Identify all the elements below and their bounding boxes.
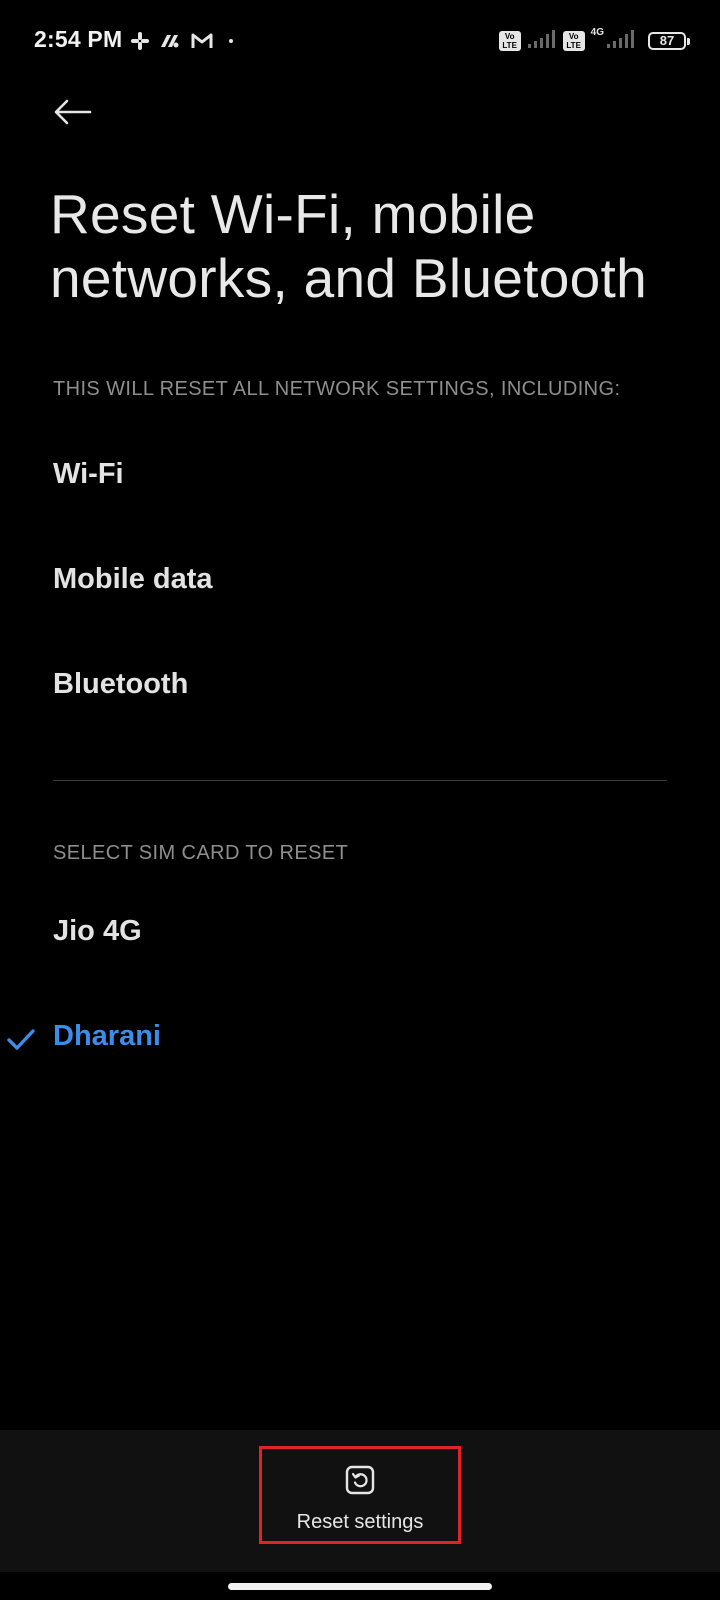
bottom-action-bar: Reset settings [0,1430,720,1572]
pinwheel-app-icon [159,31,181,51]
battery-icon: 87 [648,32,690,50]
notification-icons [130,28,239,54]
status-right-icons: Vo LTE Vo LTE 4G 87 [498,27,690,54]
signal-icon-sim2 [606,29,636,54]
page-title: Reset Wi-Fi, mobile networks, and Blueto… [50,183,647,309]
checkmark-icon [6,1028,36,1057]
home-indicator[interactable] [228,1583,492,1590]
dot-icon [223,31,239,51]
back-button[interactable] [46,92,98,136]
arrow-left-icon [52,98,92,131]
network-section-header: THIS WILL RESET ALL NETWORK SETTINGS, IN… [53,378,621,400]
volte-badge-sim2: Vo LTE [562,31,585,51]
section-divider [53,780,667,781]
battery-level: 87 [659,33,675,48]
sim-option-dharani[interactable]: Dharani [0,1000,720,1090]
list-item-wifi: Wi-Fi [53,458,124,490]
sim-section-header: SELECT SIM CARD TO RESET [53,842,349,864]
list-item-mobile-data: Mobile data [53,563,213,595]
sim-option-jio[interactable]: Jio 4G [0,895,720,985]
status-time: 2:54 PM [34,26,123,52]
list-item-bluetooth: Bluetooth [53,668,189,700]
reset-rotate-icon [344,1464,376,1501]
slack-icon [130,31,150,51]
signal-icon-sim1 [527,29,557,54]
network-type-label: 4G [590,27,604,38]
gmail-icon [190,31,214,51]
reset-settings-button[interactable]: Reset settings [260,1446,460,1542]
volte-badge-sim1: Vo LTE [498,31,521,51]
sim-option-label: Jio 4G [53,915,142,947]
status-bar: 2:54 PM Vo LTE Vo LTE 4G 87 [0,0,720,84]
sim-option-label: Dharani [53,1020,161,1052]
reset-settings-label: Reset settings [296,1511,424,1533]
